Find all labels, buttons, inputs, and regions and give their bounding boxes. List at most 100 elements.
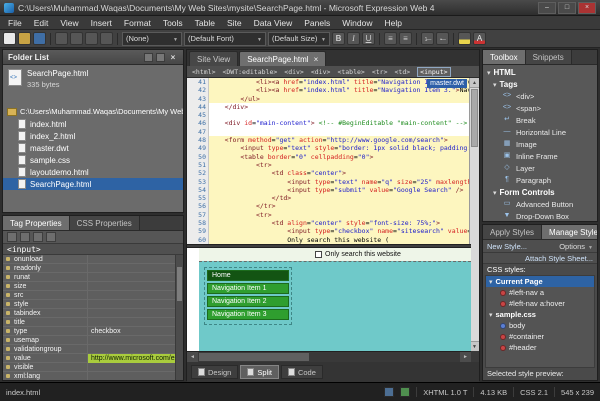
menu-edit[interactable]: Edit (28, 16, 55, 30)
file-item-index-2-html[interactable]: index_2.html (3, 130, 183, 142)
file-item-sample-css[interactable]: sample.css (3, 154, 183, 166)
dwt-template-badge[interactable]: master.dwt (427, 79, 467, 88)
tab-snippets[interactable]: Snippets (526, 50, 572, 64)
bullets-icon[interactable] (436, 32, 449, 45)
cut-icon[interactable] (55, 32, 68, 45)
align-left-icon[interactable] (384, 32, 397, 45)
status-dimensions[interactable]: 545 x 239 (561, 388, 594, 397)
alphabetical-view-icon[interactable] (20, 232, 30, 242)
tab-tag-properties[interactable]: Tag Properties (3, 216, 70, 230)
scroll-left-icon[interactable] (187, 352, 198, 362)
toolbox-item-advanced-button[interactable]: ▭Advanced Button (483, 198, 597, 210)
code-line-48[interactable]: 48 <form method="get" action="http://www… (187, 136, 471, 144)
toolbox-item-div[interactable]: <><div> (483, 90, 597, 102)
show-set-properties-icon[interactable] (33, 232, 43, 242)
style-rule-left-nav-a[interactable]: #left-nav a (486, 287, 594, 298)
code-line-58[interactable]: 58 <td align="center" style="font-size: … (187, 219, 471, 227)
scroll-up-icon[interactable] (470, 78, 479, 88)
code-line-46[interactable]: 46 <div id="main-content"> <!-- #BeginEd… (187, 119, 471, 127)
font-color-icon[interactable]: A (473, 32, 486, 45)
toolbox-item-break[interactable]: ↵Break (483, 114, 597, 126)
style-rule-body[interactable]: body (486, 320, 594, 331)
tag-crumb-div-2[interactable]: <div> (284, 68, 304, 76)
design-view[interactable]: Only search this website HomeNavigation … (187, 248, 471, 351)
code-line-51[interactable]: 51 <tr> (187, 161, 471, 169)
scroll-right-icon[interactable] (460, 352, 471, 362)
new-document-icon[interactable] (3, 32, 16, 45)
save-icon[interactable] (33, 32, 46, 45)
tag-crumb-div-3[interactable]: <div> (311, 68, 331, 76)
menu-help[interactable]: Help (378, 16, 407, 30)
close-tab-icon[interactable]: × (314, 55, 319, 64)
tag-crumb-dwt-editable-1[interactable]: <DWT:editable> (222, 68, 277, 76)
scrollbar-thumb[interactable] (471, 89, 478, 147)
code-line-49[interactable]: 49 <input type="text" style="border: 1px… (187, 144, 471, 152)
code-line-47[interactable]: 47 (187, 128, 471, 136)
tab-manage-styles[interactable]: Manage Styles (542, 225, 598, 239)
menu-table[interactable]: Table (189, 16, 221, 30)
toolbox-section-tags[interactable]: Tags (483, 78, 597, 90)
attach-style-sheet-link[interactable]: Attach Style Sheet... (525, 254, 593, 263)
toolbox-item-paragraph[interactable]: ¶Paragraph (483, 174, 597, 186)
style-group-sample-css[interactable]: sample.css (486, 309, 594, 320)
toolbox-item-inline-frame[interactable]: ▣Inline Frame (483, 150, 597, 162)
bold-icon[interactable] (332, 32, 345, 45)
paste-icon[interactable] (85, 32, 98, 45)
align-center-icon[interactable] (399, 32, 412, 45)
toolbox-section-html[interactable]: HTML (483, 66, 597, 78)
style-group-current-page[interactable]: Current Page (486, 276, 594, 287)
status-css-version[interactable]: CSS 2.1 (520, 388, 548, 397)
new-style-link[interactable]: New Style... (487, 242, 527, 251)
tag-properties-scrollbar[interactable] (175, 255, 183, 380)
view-code-button[interactable]: Code (281, 365, 323, 379)
minimize-button[interactable]: – (538, 2, 556, 14)
tag-crumb-html-0[interactable]: <html> (192, 68, 215, 76)
design-nav-navigation-item-3[interactable]: Navigation Item 3 (207, 309, 289, 320)
site-search-checkbox[interactable] (315, 251, 322, 258)
horizontal-scrollbar[interactable] (187, 351, 471, 362)
menu-panels[interactable]: Panels (298, 16, 336, 30)
tag-crumb-input-7[interactable]: <input> (417, 67, 450, 77)
scrollbar-thumb-horizontal[interactable] (199, 353, 309, 361)
style-rule-header[interactable]: #header (486, 342, 594, 353)
font-dropdown[interactable]: (Default Font) (184, 32, 266, 46)
size-dropdown[interactable]: (Default Size) (268, 32, 330, 46)
close-panel-icon[interactable] (168, 53, 178, 62)
tab-css-properties[interactable]: CSS Properties (70, 216, 140, 230)
tag-property-row-xml-lang[interactable]: xml:lang (3, 372, 183, 380)
document-tab-site-view[interactable]: Site View (189, 51, 238, 66)
options-dropdown[interactable]: Options (559, 242, 593, 251)
new-folder-icon[interactable] (156, 53, 165, 62)
maximize-button[interactable]: □ (558, 2, 576, 14)
code-line-60[interactable]: 60 Only search this website ( (187, 236, 471, 244)
toolbox-item-drop-down-box[interactable]: ▼Drop-Down Box (483, 210, 597, 221)
style-rule-left-nav-a-hover[interactable]: #left-nav a:hover (486, 298, 594, 309)
show-all-properties-icon[interactable] (46, 232, 56, 242)
menu-file[interactable]: File (2, 16, 28, 30)
visual-aids-icon[interactable] (384, 387, 394, 397)
site-root-folder[interactable]: C:\Users\Muhammad.Waqas\Documents\My Web… (3, 105, 183, 118)
code-view[interactable]: 41 <li><a href="index.html" title="Navig… (187, 78, 471, 244)
scroll-down-icon[interactable] (470, 341, 479, 351)
style-dropdown[interactable]: (None) (122, 32, 182, 46)
open-icon[interactable] (18, 32, 31, 45)
code-line-50[interactable]: 50 <table border="0" cellpadding="0"> (187, 153, 471, 161)
view-design-button[interactable]: Design (191, 365, 238, 379)
file-item-master-dwt[interactable]: master.dwt (3, 142, 183, 154)
style-rule-container[interactable]: #container (486, 331, 594, 342)
copy-icon[interactable] (70, 32, 83, 45)
close-button[interactable]: × (578, 2, 596, 14)
file-item-layoutdemo-html[interactable]: layoutdemo.html (3, 166, 183, 178)
toolbox-item-span[interactable]: <><span> (483, 102, 597, 114)
menu-site[interactable]: Site (221, 16, 248, 30)
status-doctype[interactable]: XHTML 1.0 T (423, 388, 467, 397)
code-line-57[interactable]: 57 <tr> (187, 211, 471, 219)
tab-toolbox[interactable]: Toolbox (483, 50, 526, 64)
toolbox-item-image[interactable]: ▦Image (483, 138, 597, 150)
categorized-view-icon[interactable] (7, 232, 17, 242)
file-item-index-html[interactable]: index.html (3, 118, 183, 130)
design-nav-navigation-item-2[interactable]: Navigation Item 2 (207, 296, 289, 307)
menu-view[interactable]: View (54, 16, 84, 30)
italic-icon[interactable] (347, 32, 360, 45)
underline-icon[interactable] (362, 32, 375, 45)
